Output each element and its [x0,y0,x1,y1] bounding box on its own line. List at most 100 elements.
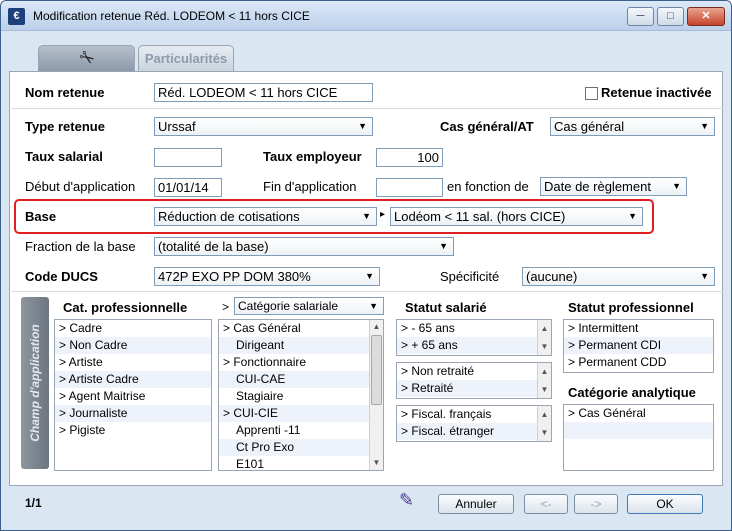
chevron-down-icon: ▼ [439,241,448,251]
minimize-button[interactable]: ─ [627,7,654,26]
footer-bar: 1/1 ✎ Annuler <- -> OK [1,486,731,530]
nom-retenue-input[interactable]: Réd. LODEOM < 11 hors CICE [154,83,373,102]
specificite-value: (aucune) [526,269,578,284]
chevron-down-icon: ▼ [358,121,367,131]
fin-application-label: Fin d'application [263,179,357,194]
retenue-inactive-checkbox[interactable] [585,87,598,100]
type-retenue-value: Urssaf [158,119,196,134]
list-item[interactable]: > Fiscal. étranger [397,423,551,440]
fiscal-list-scrollbar[interactable]: ▲ ▼ [537,406,551,441]
en-fonction-label: en fonction de [447,179,529,194]
scroll-up-icon[interactable]: ▲ [370,320,383,334]
retraite-list-scrollbar[interactable]: ▲ ▼ [537,363,551,398]
cas-general-label: Cas général/AT [440,119,534,134]
scroll-down-icon[interactable]: ▼ [538,338,551,355]
maximize-button[interactable]: □ [657,7,684,26]
fin-application-input[interactable] [376,178,443,197]
type-retenue-select[interactable]: Urssaf ▼ [154,117,373,136]
next-button[interactable]: -> [574,494,618,514]
tab-bar: ✂ Particularités [1,31,731,72]
specificite-select[interactable]: (aucune) ▼ [522,267,715,286]
tab-particularites[interactable]: Particularités [138,45,234,72]
code-ducs-value: 472P EXO PP DOM 380% [158,269,311,284]
list-item[interactable]: > Artiste [55,354,211,371]
window-title: Modification retenue Réd. LODEOM < 11 ho… [33,9,310,23]
fraction-base-select[interactable]: (totalité de la base) ▼ [154,237,454,256]
list-item[interactable]: > Journaliste [55,405,211,422]
list-item[interactable]: > Cas Général [219,320,383,337]
taux-employeur-label: Taux employeur [263,149,362,164]
list-item[interactable]: > Non Cadre [55,337,211,354]
scroll-down-icon[interactable]: ▼ [370,456,383,470]
cat-sal-list[interactable]: > Cas Général Dirigeant > Fonctionnaire … [218,319,384,471]
type-retenue-label: Type retenue [25,119,105,134]
app-icon: € [8,8,25,25]
list-item[interactable]: > Fonctionnaire [219,354,383,371]
cat-analytique-header: Catégorie analytique [568,385,696,400]
fraction-base-label: Fraction de la base [25,239,136,254]
code-ducs-label: Code DUCS [25,269,98,284]
list-item[interactable]: Apprenti -11 [219,422,383,439]
list-item-empty [564,439,713,456]
scroll-down-icon[interactable]: ▼ [538,381,551,398]
annuler-button[interactable]: Annuler [438,494,514,514]
list-item[interactable]: > Artiste Cadre [55,371,211,388]
scroll-thumb[interactable] [371,335,382,405]
page-indicator: 1/1 [25,496,42,510]
scroll-down-icon[interactable]: ▼ [538,424,551,441]
taux-salarial-input[interactable] [154,148,222,167]
list-item[interactable]: > Permanent CDI [564,337,713,354]
cat-pro-header: Cat. professionnelle [63,300,188,315]
taux-employeur-input[interactable]: 100 [376,148,443,167]
list-item[interactable]: > Non retraité [397,363,551,380]
scroll-up-icon[interactable]: ▲ [538,320,551,337]
list-item[interactable]: Dirigeant [219,337,383,354]
retraite-list[interactable]: > Non retraité > Retraité ▲ ▼ [396,362,552,399]
list-item[interactable]: > CUI-CIE [219,405,383,422]
base-highlight-box [14,199,654,234]
list-item[interactable]: > Retraité [397,380,551,397]
fiscal-list[interactable]: > Fiscal. français > Fiscal. étranger ▲ … [396,405,552,442]
cat-sal-prefix: > [222,300,230,314]
taux-salarial-label: Taux salarial [25,149,103,164]
list-item[interactable]: > + 65 ans [397,337,551,354]
chevron-down-icon: ▼ [369,301,378,311]
cas-general-select[interactable]: Cas général ▼ [550,117,715,136]
close-button[interactable]: ✕ [687,7,725,26]
scroll-up-icon[interactable]: ▲ [538,363,551,380]
list-item[interactable]: > Permanent CDD [564,354,713,371]
chevron-down-icon: ▼ [700,271,709,281]
cat-analytique-list[interactable]: > Cas Général [563,404,714,471]
en-fonction-select[interactable]: Date de règlement ▼ [540,177,687,196]
age-list[interactable]: > - 65 ans > + 65 ans ▲ ▼ [396,319,552,356]
code-ducs-select[interactable]: 472P EXO PP DOM 380% ▼ [154,267,380,286]
debut-application-input[interactable]: 01/01/14 [154,178,222,197]
list-item[interactable]: E101 [219,456,383,470]
list-item[interactable]: > Agent Maitrise [55,388,211,405]
statut-salarie-header: Statut salarié [405,300,487,315]
chevron-down-icon: ▼ [365,271,374,281]
list-item[interactable]: > Pigiste [55,422,211,439]
list-item[interactable]: > - 65 ans [397,320,551,337]
cat-sal-select[interactable]: Catégorie salariale ▼ [234,297,384,315]
tab-tools[interactable]: ✂ [38,45,135,72]
ok-button[interactable]: OK [627,494,703,514]
champ-application-label: Champ d'application [28,324,42,442]
list-item[interactable]: > Cadre [55,320,211,337]
list-item[interactable]: CUI-CAE [219,371,383,388]
list-item[interactable]: > Fiscal. français [397,406,551,423]
previous-button[interactable]: <- [524,494,568,514]
cat-pro-list[interactable]: > Cadre > Non Cadre > Artiste > Artiste … [54,319,212,471]
list-item-empty [564,422,713,439]
scroll-up-icon[interactable]: ▲ [538,406,551,423]
divider [11,291,723,292]
list-item[interactable]: > Intermittent [564,320,713,337]
pencil-icon[interactable]: ✎ [399,490,414,511]
list-item[interactable]: Stagiaire [219,388,383,405]
statut-pro-list[interactable]: > Intermittent > Permanent CDI > Permane… [563,319,714,373]
list-item[interactable]: > Cas Général [564,405,713,422]
age-list-scrollbar[interactable]: ▲ ▼ [537,320,551,355]
nom-retenue-label: Nom retenue [25,85,105,100]
list-item[interactable]: Ct Pro Exo [219,439,383,456]
cat-sal-scrollbar[interactable]: ▲ ▼ [369,320,383,470]
